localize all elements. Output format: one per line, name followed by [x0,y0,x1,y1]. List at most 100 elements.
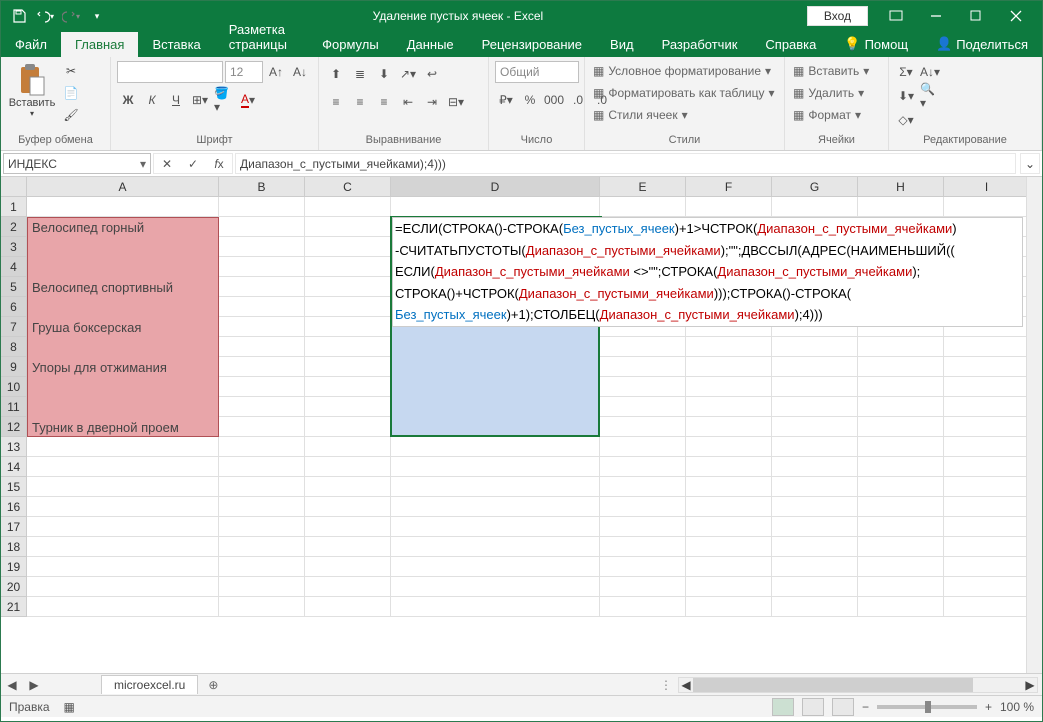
cell[interactable] [858,497,944,517]
sheet-nav-prev-icon[interactable]: ◀ [1,674,23,696]
row-header-21[interactable]: 21 [1,597,27,617]
close-icon[interactable] [996,1,1036,31]
currency-icon[interactable]: ₽▾ [495,89,517,111]
row-header-1[interactable]: 1 [1,197,27,217]
cell[interactable] [27,457,219,477]
cell[interactable] [944,477,1030,497]
tab-data[interactable]: Данные [393,32,468,57]
align-middle-icon[interactable]: ≣ [349,63,371,85]
maximize-icon[interactable] [956,1,996,31]
cell[interactable] [858,417,944,437]
cell[interactable] [772,597,858,617]
tell-me[interactable]: 💡Помощ [830,31,922,57]
format-painter-icon[interactable]: 🖌 [61,105,81,125]
cell[interactable] [27,537,219,557]
format-table-button[interactable]: ▦Форматировать как таблицу▾ [591,83,777,103]
fill-color-icon[interactable]: 🪣▾ [213,89,235,111]
account-signin[interactable]: Вход [807,6,868,26]
tab-view[interactable]: Вид [596,32,648,57]
cell[interactable] [944,437,1030,457]
cell[interactable] [772,377,858,397]
cell[interactable] [305,297,391,317]
cell[interactable] [391,557,600,577]
row-header-20[interactable]: 20 [1,577,27,597]
align-right-icon[interactable]: ≡ [373,91,395,113]
cell[interactable] [858,397,944,417]
cell[interactable] [305,497,391,517]
vertical-scrollbar[interactable] [1026,177,1042,673]
expand-formula-bar-icon[interactable]: ⌄ [1020,153,1040,174]
row-header-13[interactable]: 13 [1,437,27,457]
cell[interactable] [305,277,391,297]
cancel-formula-icon[interactable]: ✕ [154,157,180,171]
cell[interactable] [305,537,391,557]
col-header-I[interactable]: I [944,177,1030,197]
enter-formula-icon[interactable]: ✓ [180,157,206,171]
cell[interactable] [219,317,305,337]
clear-icon[interactable]: ◇▾ [895,109,917,131]
cell[interactable] [858,537,944,557]
cell[interactable] [772,577,858,597]
cell[interactable] [600,477,686,497]
row-header-4[interactable]: 4 [1,257,27,277]
cell[interactable] [219,597,305,617]
cell[interactable] [600,457,686,477]
increase-indent-icon[interactable]: ⇥ [421,91,443,113]
cell[interactable] [944,417,1030,437]
cell[interactable] [772,517,858,537]
decrease-font-icon[interactable]: A↓ [289,61,311,83]
macro-record-icon[interactable]: ▦ [64,700,75,714]
cell[interactable] [600,417,686,437]
cell[interactable] [27,197,219,217]
undo-icon[interactable]: ▾ [33,4,57,28]
font-name-combo[interactable] [117,61,223,83]
bold-button[interactable]: Ж [117,89,139,111]
cell[interactable] [944,357,1030,377]
cell[interactable] [944,497,1030,517]
font-color-icon[interactable]: A▾ [237,89,259,111]
row-header-19[interactable]: 19 [1,557,27,577]
cell[interactable] [600,437,686,457]
qat-customize-icon[interactable]: ▾ [85,4,109,28]
minimize-icon[interactable] [916,1,956,31]
cell[interactable] [219,437,305,457]
cell[interactable] [772,557,858,577]
cell[interactable] [305,397,391,417]
view-layout-icon[interactable] [802,698,824,716]
cell[interactable] [305,377,391,397]
orientation-icon[interactable]: ↗▾ [397,63,419,85]
cell[interactable] [858,357,944,377]
cell[interactable] [391,457,600,477]
cell[interactable] [600,197,686,217]
row-header-17[interactable]: 17 [1,517,27,537]
cell[interactable] [686,477,772,497]
in-cell-formula-editor[interactable]: =ЕСЛИ(СТРОКА()-СТРОКА(Без_пустых_ячеек)+… [392,217,1023,327]
cell[interactable] [305,217,391,237]
redo-icon[interactable]: ▾ [59,4,83,28]
percent-icon[interactable]: % [519,89,541,111]
row-header-10[interactable]: 10 [1,377,27,397]
cell[interactable] [686,537,772,557]
cell[interactable] [219,337,305,357]
cell[interactable] [944,597,1030,617]
insert-cells-button[interactable]: ▦Вставить▾ [791,61,871,81]
cell[interactable] [858,577,944,597]
cell[interactable] [219,237,305,257]
cell[interactable] [391,477,600,497]
wrap-text-icon[interactable]: ↩ [421,63,443,85]
cell[interactable] [27,557,219,577]
align-left-icon[interactable]: ≡ [325,91,347,113]
cell[interactable] [219,477,305,497]
sheet-nav-next-icon[interactable]: ▶ [23,674,45,696]
cell[interactable] [858,197,944,217]
row-header-15[interactable]: 15 [1,477,27,497]
add-sheet-icon[interactable]: ⊕ [202,674,224,696]
tab-insert[interactable]: Вставка [138,32,214,57]
tab-developer[interactable]: Разработчик [648,32,752,57]
cell[interactable] [944,337,1030,357]
cell[interactable] [219,497,305,517]
cell[interactable] [219,257,305,277]
cell[interactable] [600,497,686,517]
cell[interactable] [600,577,686,597]
view-pagebreak-icon[interactable] [832,698,854,716]
